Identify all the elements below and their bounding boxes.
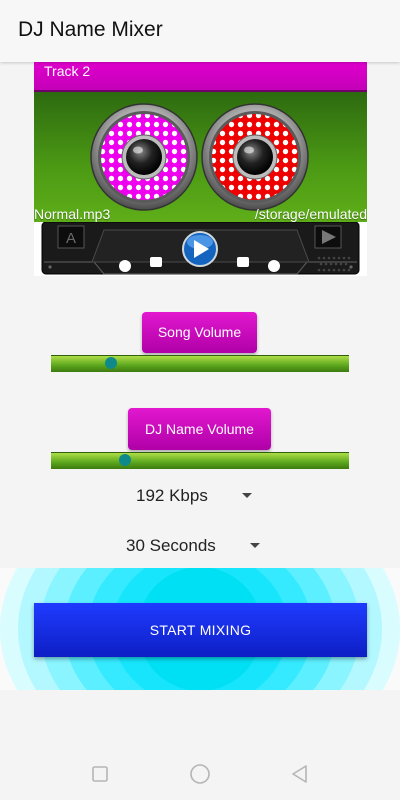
home-icon[interactable] xyxy=(188,762,212,786)
song-volume-slider[interactable] xyxy=(51,355,349,372)
dj-volume-label: DJ Name Volume xyxy=(128,408,271,450)
app-title: DJ Name Mixer xyxy=(18,18,163,41)
speaker-left-icon xyxy=(90,103,198,211)
song-volume-label: Song Volume xyxy=(142,312,257,353)
song-volume-text: Song Volume xyxy=(157,324,242,340)
back-icon[interactable] xyxy=(290,764,310,784)
chevron-down-icon xyxy=(242,493,252,498)
dj-volume-slider[interactable] xyxy=(51,452,349,469)
track-label: Track 2 xyxy=(44,63,91,79)
system-nav-bar xyxy=(0,748,400,800)
next-icon[interactable] xyxy=(314,225,342,249)
dj-volume-text: DJ Name Volume xyxy=(145,421,254,437)
file-name: Normal.mp3 xyxy=(34,206,111,222)
bitrate-value: 192 Kbps xyxy=(136,486,208,505)
cassette-body: A xyxy=(34,222,367,276)
duration-spinner[interactable]: 30 Seconds xyxy=(110,529,280,561)
bitrate-spinner[interactable]: 192 Kbps xyxy=(120,480,280,512)
start-mixing-button[interactable]: START MIXING xyxy=(34,603,367,657)
track-header: Track 2 xyxy=(34,62,367,92)
duration-value: 30 Seconds xyxy=(126,536,216,555)
cassette-side-label: A xyxy=(66,230,76,247)
recent-apps-icon[interactable] xyxy=(91,765,109,783)
file-path: /storage/emulated xyxy=(254,206,367,222)
track-card[interactable]: Track 2 Normal.mp3 /storage/emulated A xyxy=(34,62,367,276)
speaker-right-icon xyxy=(201,103,309,211)
dj-volume-thumb[interactable] xyxy=(119,454,131,466)
song-volume-thumb[interactable] xyxy=(105,357,117,369)
app-bar: DJ Name Mixer xyxy=(0,0,400,62)
play-icon[interactable] xyxy=(182,231,218,267)
chevron-down-icon xyxy=(250,543,260,548)
